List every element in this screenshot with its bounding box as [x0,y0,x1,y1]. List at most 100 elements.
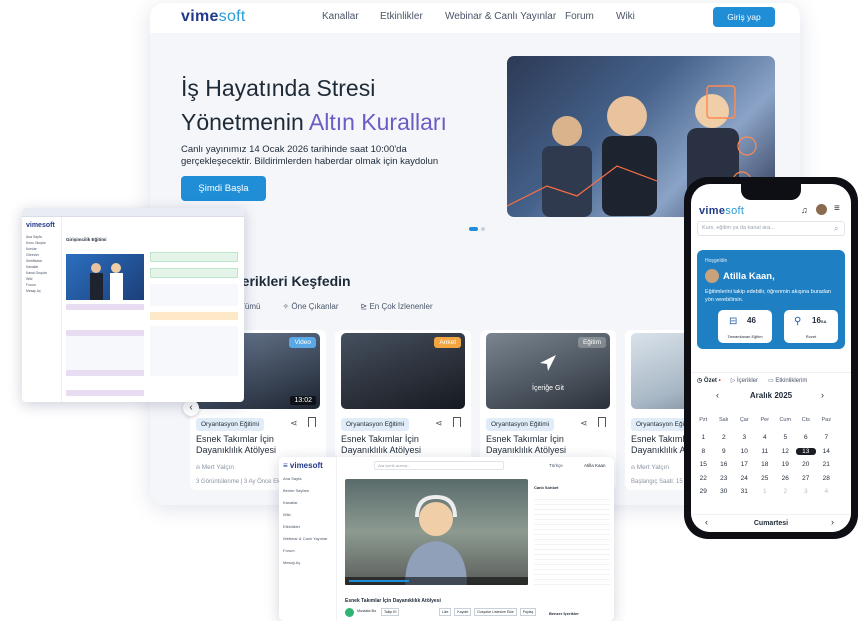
calendar-day[interactable]: 18 [755,461,776,468]
login-button[interactable]: Giriş yap [713,7,775,27]
user-name[interactable]: Atilla Kaan [584,463,606,468]
next-month-button[interactable]: › [821,390,824,400]
side-item[interactable]: Webinar & Canlı Yayınlar [283,536,327,541]
share-button[interactable]: Paylaş [519,608,537,616]
calendar-day[interactable]: 29 [693,488,714,495]
lesson-item[interactable] [150,268,238,278]
nav-forum[interactable]: Forum [565,11,594,22]
calendar-day[interactable]: 30 [714,488,735,495]
video-player[interactable] [345,479,528,585]
lesson-item[interactable] [150,312,238,320]
carousel-dot[interactable] [481,227,485,231]
calendar-day[interactable]: 8 [693,448,714,455]
calendar-day[interactable]: 14 [816,448,837,455]
calendar-day[interactable]: 20 [796,461,817,468]
calendar-day[interactable]: 12 [775,448,796,455]
save-button[interactable]: Kaydet [454,608,472,616]
share-icon[interactable]: ⋖ [290,418,298,429]
calendar-day[interactable]: 3 [796,488,817,495]
bookmark-icon[interactable] [453,417,461,427]
tab-most-viewed[interactable]: ⊵ En Çok İzlenenler [361,302,433,311]
bookmark-icon[interactable] [598,417,606,427]
category-tag[interactable]: Oryantasyon Eğitimi [196,418,265,431]
carousel-prev-button[interactable]: ‹ [183,400,199,416]
tab-featured[interactable]: ✧ Öne Çıkanlar [282,302,338,311]
menu-icon[interactable]: ≡ [283,461,290,470]
calendar-day[interactable]: 15 [693,461,714,468]
calendar-day[interactable]: 19 [775,461,796,468]
calendar-day[interactable]: 7 [816,434,837,441]
presenter-avatar[interactable] [345,608,354,617]
calendar-day[interactable]: 11 [755,448,776,455]
card-thumbnail[interactable]: Anket [341,333,465,409]
nav-events[interactable]: Etkinlikler [380,11,423,22]
carousel-dot-active[interactable] [469,227,478,231]
category-tag[interactable]: Oryantasyon Eğitimi [341,418,410,431]
card-thumbnail[interactable]: Eğitim İçeriğe Git [486,333,610,409]
phone-logo[interactable]: vimesoft [699,205,744,217]
add-to-list-button[interactable]: Dosyalar Listesine Ekle [474,608,517,616]
card-title[interactable]: Esnek Takımlar İçin Dayanıklılık Atölyes… [341,434,465,456]
dashboard-logo[interactable]: vimesoft [26,222,55,229]
language-select[interactable]: Türkçe [549,463,563,468]
calendar-day[interactable]: 4 [816,488,837,495]
calendar-day[interactable]: 4 [755,434,776,441]
next-day-button[interactable]: › [831,517,834,527]
menu-icon[interactable]: ≡ [834,203,840,214]
side-item[interactable]: Ana Sayfa [283,476,301,481]
brand-logo[interactable]: vimesoft [181,8,246,26]
calendar-day[interactable]: 5 [775,434,796,441]
calendar-day[interactable]: 2 [714,434,735,441]
calendar-day[interactable]: 31 [734,488,755,495]
calendar-day[interactable]: 10 [734,448,755,455]
calendar-day[interactable]: 16 [714,461,735,468]
card-title[interactable]: Esnek Takımlar İçin Dayanıklılık Atölyes… [196,434,320,456]
calendar-day[interactable]: 25 [755,475,776,482]
nav-wiki[interactable]: Wiki [616,11,635,22]
search-icon[interactable]: ⌕ [834,224,838,234]
calendar-day[interactable]: 24 [734,475,755,482]
calendar-day[interactable]: 13 [795,447,816,455]
follow-button[interactable]: Takip Et [381,608,400,616]
calendar-day[interactable]: 1 [755,488,776,495]
tab-events[interactable]: ▭ Etkinliklerim [768,377,807,384]
calendar-day[interactable]: 22 [693,475,714,482]
avatar[interactable] [816,204,827,215]
side-item[interactable]: Wiki [283,512,291,517]
calendar-day[interactable]: 3 [734,434,755,441]
like-button[interactable]: Like [439,608,452,616]
phone-search-input[interactable]: Kurs, eğitim ya da kanal ara... [697,221,845,236]
side-item[interactable]: Forum [283,548,295,553]
calendar-day[interactable]: 6 [796,434,817,441]
carousel-dots[interactable] [469,227,485,231]
share-icon[interactable]: ⋖ [580,418,588,429]
side-item[interactable]: Etkinlikler [283,524,300,529]
side-item[interactable]: Benim Sayfam [283,488,309,493]
video-logo[interactable]: ≡ vimesoft [283,461,323,470]
calendar-day[interactable]: 1 [693,434,714,441]
category-tag[interactable]: Oryantasyon Eğitimi [486,418,555,431]
calendar-day[interactable]: 27 [796,475,817,482]
calendar-day[interactable]: 28 [816,475,837,482]
nav-channels[interactable]: Kanallar [322,11,359,22]
side-item[interactable]: Kanallar [283,500,298,505]
calendar-day[interactable]: 21 [816,461,837,468]
side-item[interactable]: Mesajı Aç [26,288,47,294]
start-button[interactable]: Şimdi Başla [181,176,266,201]
calendar-day[interactable]: 26 [775,475,796,482]
card-title[interactable]: Esnek Takımlar İçin Dayanıklılık Atölyes… [486,434,610,456]
lesson-item[interactable] [150,284,238,306]
calendar-day[interactable]: 2 [775,488,796,495]
bell-icon[interactable]: ♫ [801,205,808,215]
share-icon[interactable]: ⋖ [435,418,443,429]
tab-summary[interactable]: ◷ Özet • [697,377,721,384]
calendar-day[interactable]: 23 [714,475,735,482]
side-item[interactable]: Mesajı Aç [283,560,300,565]
bookmark-icon[interactable] [308,417,316,427]
video-search-input[interactable]: Ara içerik arama... [374,461,504,470]
tab-contents[interactable]: ▷ İçerikler [731,377,758,384]
calendar-day[interactable]: 9 [714,448,735,455]
lesson-item[interactable] [150,252,238,262]
lesson-item[interactable] [150,326,238,376]
calendar-day[interactable]: 17 [734,461,755,468]
